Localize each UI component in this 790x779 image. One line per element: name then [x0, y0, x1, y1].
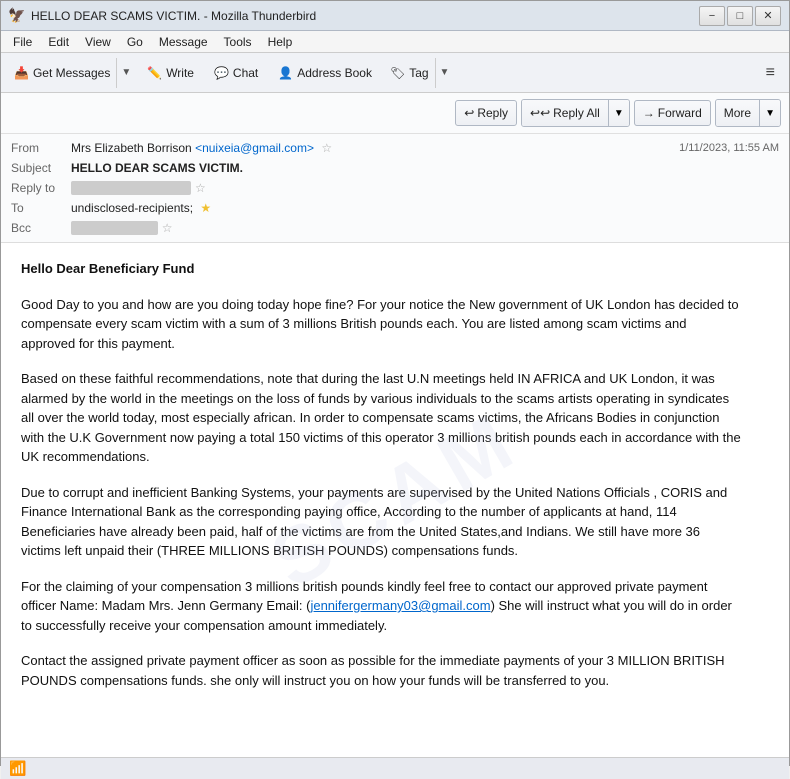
from-name: Mrs Elizabeth Borrison	[71, 141, 192, 155]
to-value: undisclosed-recipients; ★	[71, 201, 779, 215]
maximize-button[interactable]: □	[727, 6, 753, 26]
to-row: To undisclosed-recipients; ★	[11, 198, 779, 218]
get-messages-split[interactable]: 📥 Get Messages ▼	[7, 57, 136, 89]
subject-label: Subject	[11, 161, 71, 175]
reply-to-row: Reply to ☆	[11, 178, 779, 198]
reply-all-dropdown[interactable]: ▼	[608, 100, 629, 126]
email-header: ↩ Reply ↩↩ Reply All ▼ → Forward More ▼ …	[1, 93, 789, 243]
forward-button[interactable]: → Forward	[634, 100, 711, 126]
address-book-icon: 👤	[278, 66, 293, 80]
email-paragraph-3: Due to corrupt and inefficient Banking S…	[21, 483, 741, 561]
get-messages-button[interactable]: 📥 Get Messages	[8, 58, 116, 88]
chat-button[interactable]: 💬 Chat	[205, 58, 267, 88]
address-book-label: Address Book	[297, 66, 372, 80]
subject-value: HELLO DEAR SCAMS VICTIM.	[71, 161, 779, 175]
email-action-toolbar: ↩ Reply ↩↩ Reply All ▼ → Forward More ▼	[1, 93, 789, 134]
write-button[interactable]: ✏️ Write	[138, 58, 203, 88]
email-date: 1/11/2023, 11:55 AM	[679, 142, 779, 154]
tag-icon: 🏷	[390, 66, 405, 80]
reply-all-icon: ↩↩	[530, 106, 550, 120]
get-messages-icon: 📥	[14, 66, 29, 80]
reply-to-value	[71, 181, 191, 195]
email-paragraph-5: Contact the assigned private payment off…	[21, 651, 741, 690]
reply-to-star[interactable]: ☆	[195, 181, 206, 195]
menu-edit[interactable]: Edit	[40, 33, 77, 51]
email-body: Hello Dear Beneficiary Fund Good Day to …	[21, 259, 741, 690]
email-paragraph-1: Good Day to you and how are you doing to…	[21, 295, 741, 354]
bcc-star[interactable]: ☆	[162, 221, 173, 235]
write-icon: ✏️	[147, 66, 162, 80]
address-book-button[interactable]: 👤 Address Book	[269, 58, 381, 88]
email-paragraph-2: Based on these faithful recommendations,…	[21, 369, 741, 467]
write-label: Write	[166, 66, 194, 80]
more-button[interactable]: More	[716, 100, 759, 126]
minimize-button[interactable]: −	[699, 6, 725, 26]
to-star[interactable]: ★	[200, 201, 211, 215]
menu-help[interactable]: Help	[260, 33, 301, 51]
close-button[interactable]: ✕	[755, 6, 781, 26]
reply-all-label: Reply All	[553, 106, 600, 120]
email-meta: From Mrs Elizabeth Borrison <nuixeia@gma…	[1, 134, 789, 242]
from-star[interactable]: ☆	[321, 141, 332, 155]
get-messages-label: Get Messages	[33, 66, 110, 80]
reply-icon: ↩	[464, 106, 474, 120]
from-row: From Mrs Elizabeth Borrison <nuixeia@gma…	[11, 138, 779, 158]
forward-label: Forward	[658, 106, 702, 120]
more-dropdown[interactable]: ▼	[759, 100, 780, 126]
bcc-row: Bcc ☆	[11, 218, 779, 238]
chat-label: Chat	[233, 66, 258, 80]
email-greeting: Hello Dear Beneficiary Fund	[21, 259, 741, 279]
more-split[interactable]: More ▼	[715, 99, 781, 127]
app-icon: 🦅	[9, 8, 25, 24]
menu-bar: File Edit View Go Message Tools Help	[1, 31, 789, 53]
reply-all-split[interactable]: ↩↩ Reply All ▼	[521, 99, 630, 127]
tag-dropdown[interactable]: ▼	[435, 58, 454, 88]
email-body-wrapper[interactable]: SCAM Hello Dear Beneficiary Fund Good Da…	[1, 243, 789, 757]
reply-to-label: Reply to	[11, 181, 71, 195]
tag-button[interactable]: 🏷 Tag	[384, 58, 435, 88]
menu-file[interactable]: File	[5, 33, 40, 51]
to-label: To	[11, 201, 71, 215]
wifi-icon: 📶	[9, 760, 26, 777]
to-text: undisclosed-recipients;	[71, 201, 193, 215]
subject-row: Subject HELLO DEAR SCAMS VICTIM.	[11, 158, 779, 178]
bcc-value	[71, 221, 158, 235]
from-value: Mrs Elizabeth Borrison <nuixeia@gmail.co…	[71, 141, 679, 155]
more-label: More	[724, 106, 751, 120]
from-email: <nuixeia@gmail.com>	[195, 141, 314, 155]
bcc-label: Bcc	[11, 221, 71, 235]
hamburger-menu[interactable]: ≡	[758, 60, 783, 86]
menu-tools[interactable]: Tools	[216, 33, 260, 51]
get-messages-dropdown[interactable]: ▼	[116, 58, 135, 88]
email-link[interactable]: jennifergermany03@gmail.com	[310, 598, 490, 613]
menu-view[interactable]: View	[77, 33, 119, 51]
window-controls: − □ ✕	[699, 6, 781, 26]
reply-button[interactable]: ↩ Reply	[455, 100, 517, 126]
forward-icon: →	[643, 106, 655, 120]
reply-all-button[interactable]: ↩↩ Reply All	[522, 100, 608, 126]
email-paragraph-4: For the claiming of your compensation 3 …	[21, 577, 741, 636]
status-bar: 📶	[1, 757, 789, 779]
from-label: From	[11, 141, 71, 155]
reply-label: Reply	[477, 106, 508, 120]
main-toolbar: 📥 Get Messages ▼ ✏️ Write 💬 Chat 👤 Addre…	[1, 53, 789, 93]
window-title: HELLO DEAR SCAMS VICTIM. - Mozilla Thund…	[31, 9, 699, 23]
menu-go[interactable]: Go	[119, 33, 151, 51]
menu-message[interactable]: Message	[151, 33, 216, 51]
tag-label: Tag	[409, 66, 428, 80]
chat-icon: 💬	[214, 66, 229, 80]
title-bar: 🦅 HELLO DEAR SCAMS VICTIM. - Mozilla Thu…	[1, 1, 789, 31]
tag-split[interactable]: 🏷 Tag ▼	[383, 57, 455, 89]
